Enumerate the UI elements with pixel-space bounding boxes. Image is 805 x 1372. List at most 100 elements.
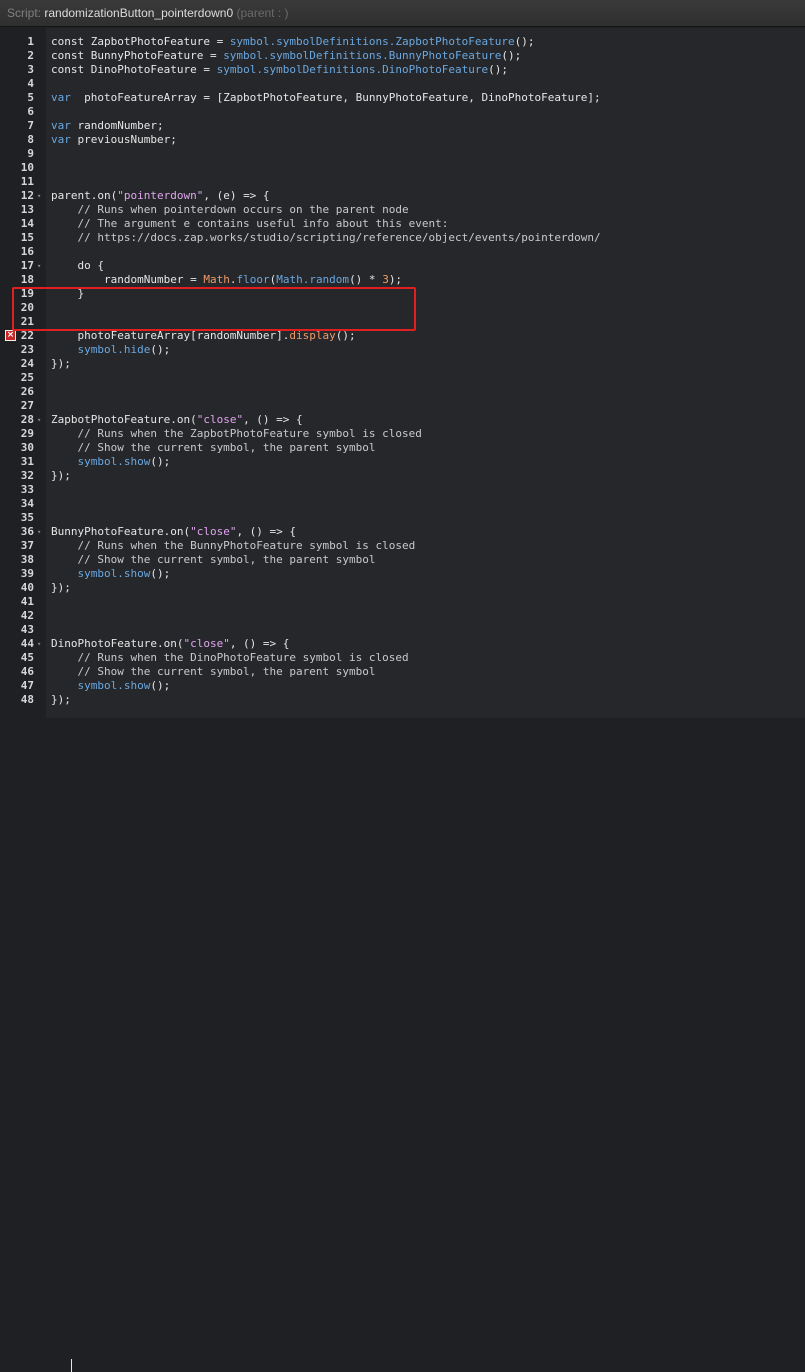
code-line[interactable]: }); [51,357,71,371]
code-token: floor [236,273,270,286]
code-token: symbol.show [51,455,151,468]
code-token: }); [51,693,71,706]
line-number: 47 [20,679,34,692]
code-token: , () => { [236,525,297,538]
code-line[interactable]: const DinoPhotoFeature = symbol.symbolDe… [51,63,508,77]
code-line[interactable]: parent.on("pointerdown", (e) => { [51,189,270,203]
fold-arrow-icon[interactable]: ▾ [37,259,41,273]
code-token: () * [349,273,383,286]
code-token: ZapbotPhotoFeature.on( [51,413,197,426]
code-line[interactable]: }); [51,693,72,1372]
code-token: BunnyPhotoFeature.on( [51,525,191,538]
code-line[interactable]: const ZapbotPhotoFeature = symbol.symbol… [51,35,534,49]
code-token: Math.random [276,273,350,286]
code-token: (); [488,63,508,76]
line-number: 2 [27,49,34,62]
code-line[interactable]: // The argument e contains useful info a… [51,217,448,231]
line-number: 23 [20,343,34,356]
parent-label: (parent : ) [233,6,289,20]
code-token: // Show the current symbol, the parent s… [51,441,376,454]
fold-arrow-icon[interactable]: ▾ [37,637,41,651]
line-number: 38 [20,553,34,566]
line-number: 8 [27,133,34,146]
line-number: 15 [20,231,34,244]
code-line[interactable]: }); [51,469,71,483]
code-line[interactable]: ZapbotPhotoFeature.on("close", () => { [51,413,303,427]
code-line[interactable]: do { [51,259,104,273]
line-number: 18 [20,273,34,286]
code-line[interactable]: // Runs when the ZapbotPhotoFeature symb… [51,427,421,441]
line-number: 30 [20,441,34,454]
line-number: 16 [20,245,34,258]
code-line[interactable]: var previousNumber; [51,133,177,147]
code-token: previousNumber; [70,133,177,146]
code-token: // Show the current symbol, the parent s… [51,665,376,678]
code-line[interactable]: }); [51,581,71,595]
code-line[interactable]: randomNumber = Math.floor(Math.random() … [51,273,402,287]
code-token: symbol.symbolDefinitions.ZapbotPhotoFeat… [229,35,515,48]
code-token: symbol.symbolDefinitions.BunnyPhotoFeatu… [223,49,502,62]
code-token: var [51,119,71,132]
code-line[interactable]: BunnyPhotoFeature.on("close", () => { [51,525,296,539]
code-line[interactable]: symbol.hide(); [51,343,170,357]
line-number: 25 [20,371,34,384]
line-number: 42 [20,609,34,622]
line-number: 43 [20,623,34,636]
code-line[interactable]: var randomNumber; [51,119,164,133]
line-number: 33 [20,483,34,496]
line-number: 32 [20,469,34,482]
code-token: // https://docs.zap.works/studio/scripti… [51,231,601,244]
code-token: const BunnyPhotoFeature = [51,49,224,62]
error-icon[interactable]: × [5,330,16,341]
code-line[interactable]: DinoPhotoFeature.on("close", () => { [51,637,289,651]
line-number: 4 [27,77,34,90]
code-token: symbol.hide [51,343,151,356]
line-number: 3 [27,63,34,76]
code-token: 3 [382,273,389,286]
code-line[interactable]: // Runs when the DinoPhotoFeature symbol… [51,651,409,665]
code-token: DinoPhotoFeature.on( [51,637,184,650]
line-number: 13 [20,203,34,216]
line-number: 44 [20,637,34,650]
code-line[interactable]: const BunnyPhotoFeature = symbol.symbolD… [51,49,521,63]
code-line[interactable]: // Show the current symbol, the parent s… [51,441,376,455]
line-number: 12 [20,189,34,202]
line-number: 41 [20,595,34,608]
script-name: randomizationButton_pointerdown0 [44,6,234,20]
line-number: 48 [20,693,34,706]
code-token: }); [51,581,71,594]
code-line[interactable]: // Runs when the BunnyPhotoFeature symbo… [51,539,415,553]
code-editor[interactable]: 1 2 3 4 5 6 7 8 9 10 11 12 ▾ 13 14 15 16 17 ▾ 18 19 20 21 22 × 23… [0,28,805,1372]
code-line[interactable]: // Show the current symbol, the parent s… [51,553,376,567]
line-number: 36 [20,525,34,538]
code-token: // Runs when the DinoPhotoFeature symbol… [51,651,409,664]
code-line[interactable]: symbol.show(); [51,455,170,469]
line-number: 17 [20,259,34,272]
code-token: randomNumber = [51,273,204,286]
code-area[interactable]: const ZapbotPhotoFeature = symbol.symbol… [46,28,805,1372]
code-line[interactable]: photoFeatureArray[randomNumber].display(… [51,329,355,343]
code-token: symbol.symbolDefinitions.DinoPhotoFeatur… [216,63,489,76]
fold-arrow-icon[interactable]: ▾ [37,525,41,539]
code-token: photoFeatureArray = [ZapbotPhotoFeature,… [70,91,601,104]
code-line[interactable]: // Show the current symbol, the parent s… [51,665,376,679]
script-prefix: Script: [7,6,45,20]
fold-arrow-icon[interactable]: ▾ [37,413,41,427]
text-cursor [71,1359,72,1372]
code-token: // Show the current symbol, the parent s… [51,553,376,566]
code-line[interactable]: symbol.show(); [51,679,170,693]
code-line[interactable]: symbol.show(); [51,567,170,581]
code-token: }); [51,357,71,370]
line-number: 24 [20,357,34,370]
code-token: // The argument e contains useful info a… [51,217,449,230]
code-token: const DinoPhotoFeature = [51,63,217,76]
code-line[interactable]: var photoFeatureArray = [ZapbotPhotoFeat… [51,91,601,105]
line-number: 34 [20,497,34,510]
fold-arrow-icon[interactable]: ▾ [37,189,41,203]
script-title-bar: Script: randomizationButton_pointerdown0… [0,0,805,27]
code-line[interactable]: // Runs when pointerdown occurs on the p… [51,203,408,217]
line-number: 1 [27,35,34,48]
line-number: 39 [20,567,34,580]
code-line[interactable]: // https://docs.zap.works/studio/scripti… [51,231,601,245]
code-token: randomNumber; [70,119,164,132]
